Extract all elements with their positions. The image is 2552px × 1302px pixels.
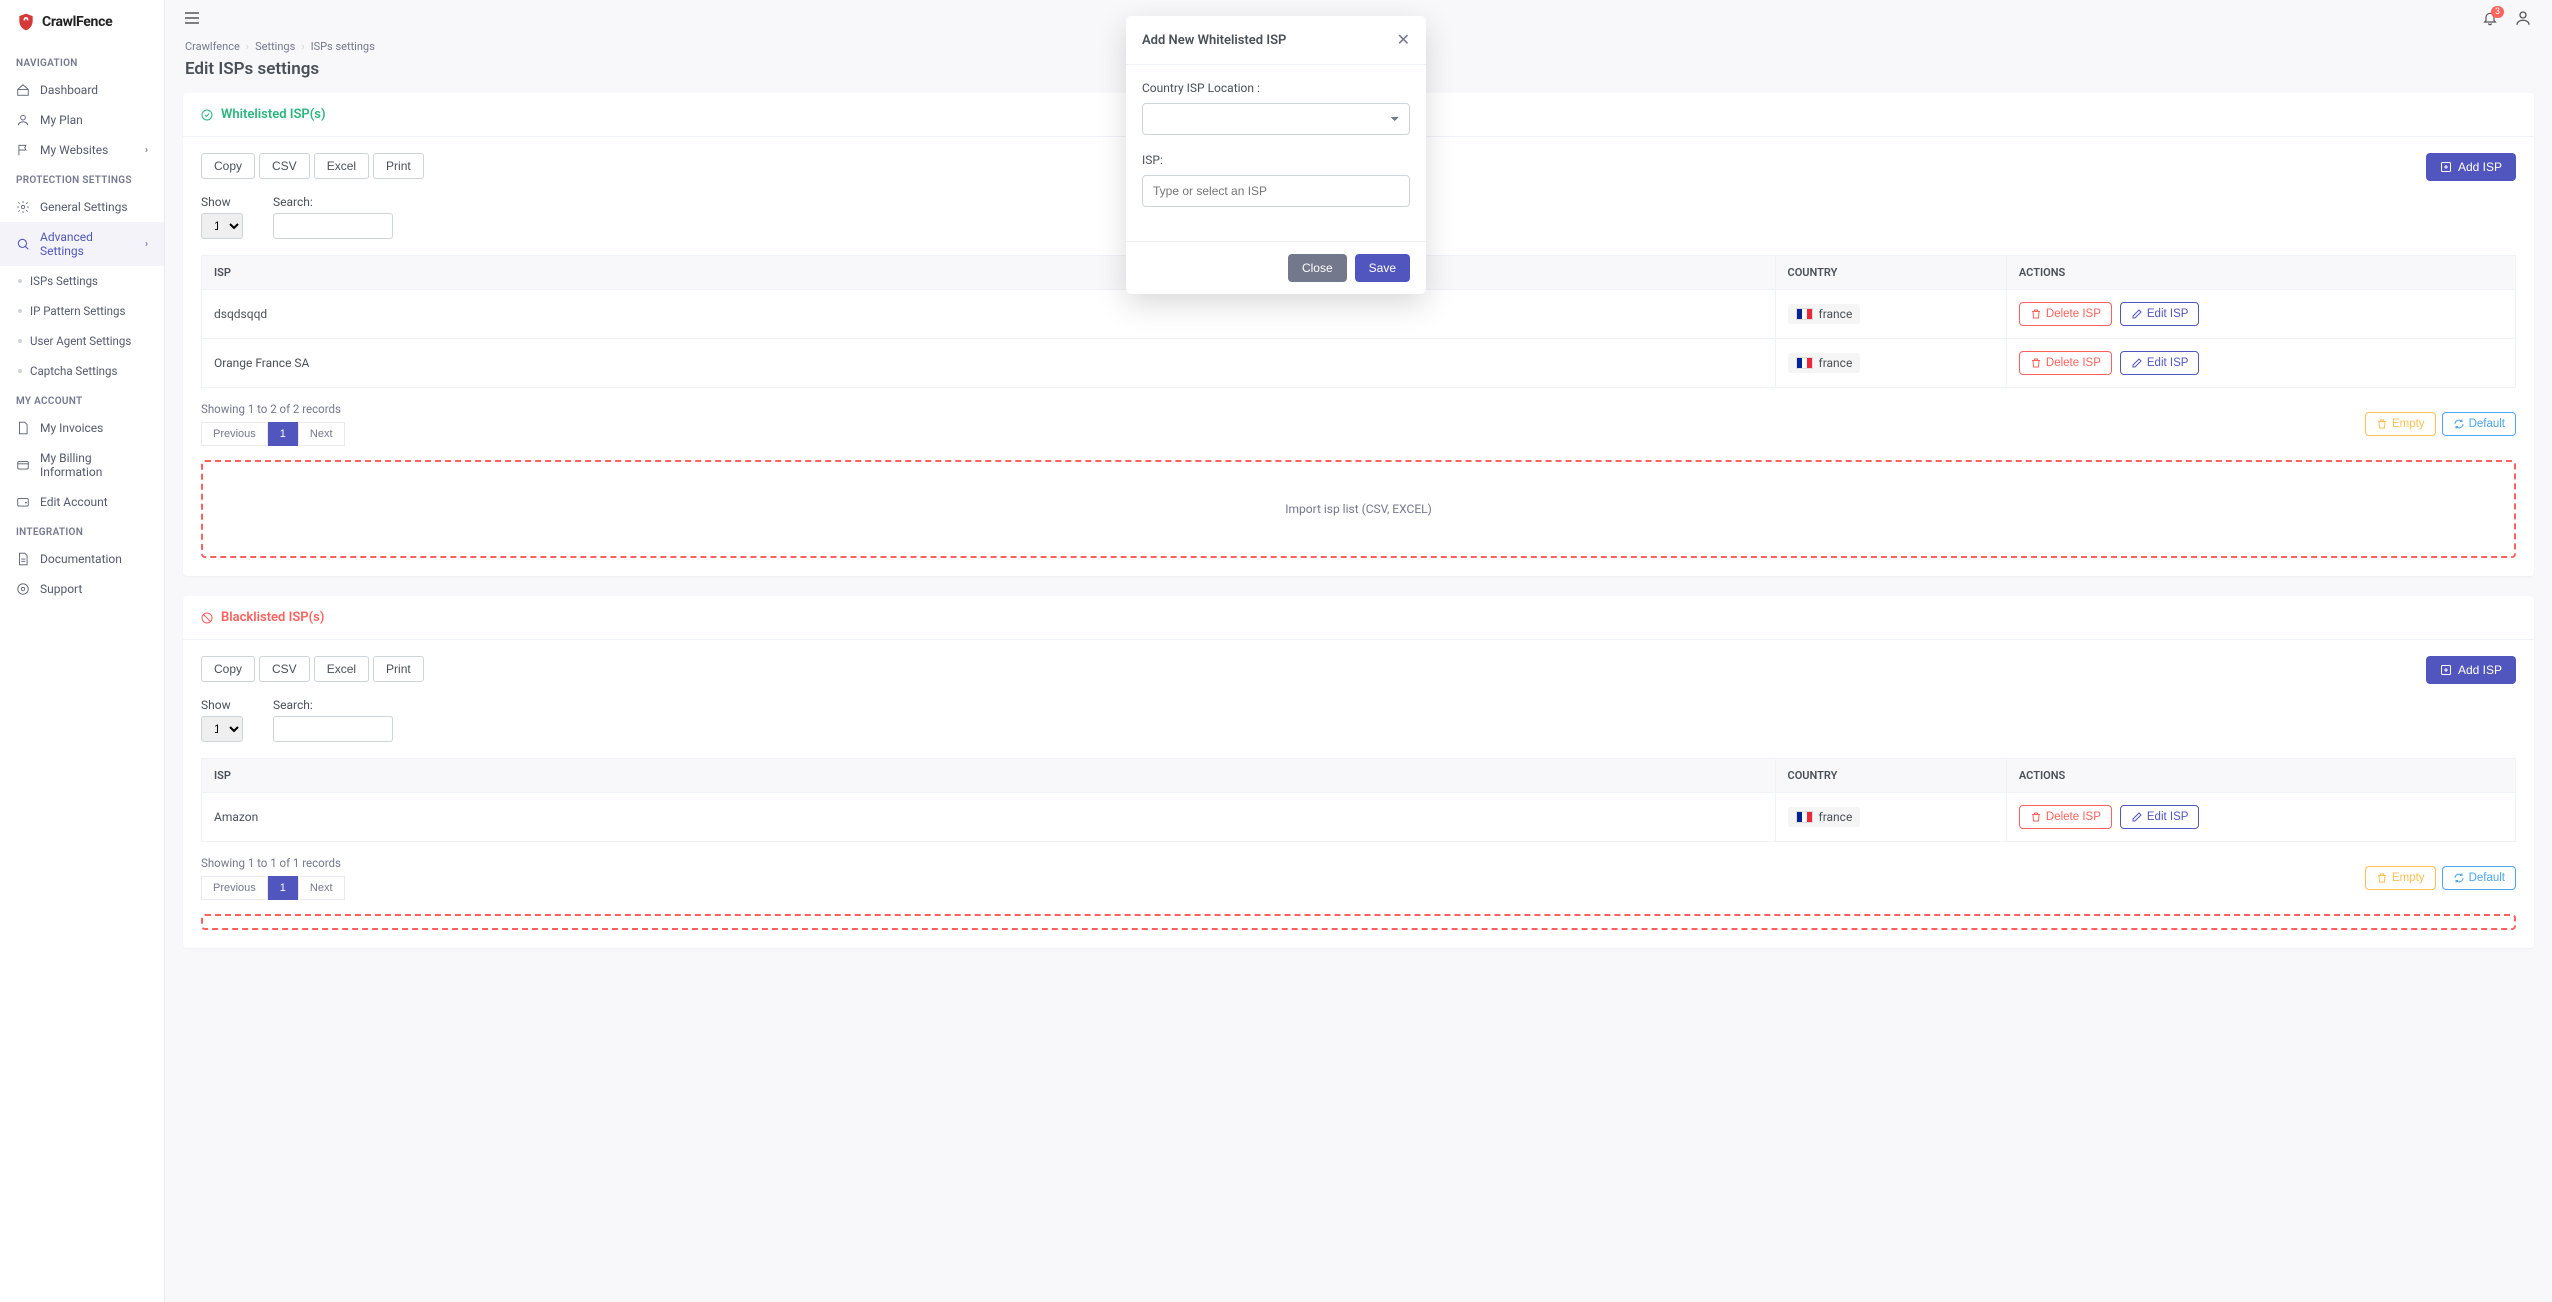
- isp-input[interactable]: [1142, 175, 1410, 207]
- country-select[interactable]: [1142, 103, 1410, 135]
- modal-overlay: Add New Whitelisted ISP ✕ Country ISP Lo…: [0, 0, 2552, 1302]
- isp-label: ISP:: [1142, 153, 1410, 167]
- add-isp-modal: Add New Whitelisted ISP ✕ Country ISP Lo…: [1126, 16, 1426, 294]
- modal-close-button[interactable]: Close: [1288, 254, 1347, 282]
- modal-title: Add New Whitelisted ISP: [1142, 33, 1286, 48]
- modal-save-button[interactable]: Save: [1355, 254, 1410, 282]
- country-label: Country ISP Location :: [1142, 81, 1410, 95]
- close-icon[interactable]: ✕: [1397, 30, 1410, 50]
